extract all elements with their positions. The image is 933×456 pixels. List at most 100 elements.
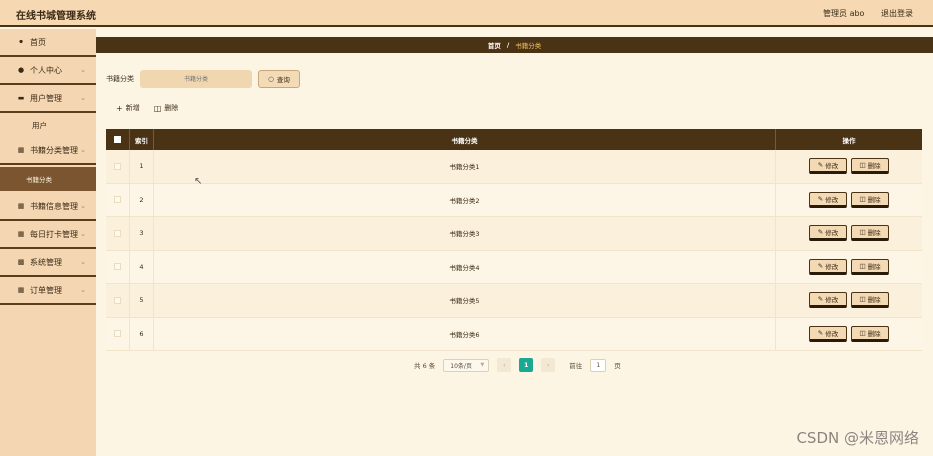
page-size-select[interactable]: 10条/页 ▼ xyxy=(443,358,490,372)
chevron-right-icon: › xyxy=(546,361,550,369)
home-icon: ⚫ xyxy=(18,38,24,46)
app-title: 在线书城管理系统 xyxy=(16,11,96,22)
grid-icon: ▦ xyxy=(17,286,25,294)
delete-button[interactable]: ◫ 删除 xyxy=(851,325,889,342)
row-operations: ✎ 修改 ◫ 删除 xyxy=(776,284,922,317)
sidebar-item-category-manage[interactable]: ▦ 书籍分类管理 ⌄ xyxy=(0,137,96,165)
delete-button-label: 删除 xyxy=(164,104,179,112)
batch-delete-button[interactable]: ◫ 删除 xyxy=(154,103,179,113)
row-operations: ✎ 修改 ◫ 删除 xyxy=(776,150,922,183)
delete-button[interactable]: ◫ 删除 xyxy=(851,158,889,175)
row-checkbox[interactable] xyxy=(114,330,121,338)
row-name: 书籍分类3 xyxy=(154,217,776,250)
table-row: 6 书籍分类6 ✎ 修改 ◫ 删除 xyxy=(106,317,922,351)
sidebar: ⚫ 首页 ● 个人中心 ⌄ ▬ 用户管理 ⌄ 用户 ▦ 书籍分类管理 ⌄ 书籍分… xyxy=(0,29,96,456)
sidebar-item-orders[interactable]: ▦ 订单管理 ⌄ xyxy=(0,277,96,305)
pagination-total: 共 6 条 xyxy=(414,362,436,370)
row-index: 2 xyxy=(130,183,154,216)
grid-icon: ▦ xyxy=(17,202,25,210)
delete-button[interactable]: ◫ 删除 xyxy=(851,258,889,275)
sidebar-subitem-category[interactable]: 书籍分类 xyxy=(0,167,96,191)
next-page-button[interactable]: › xyxy=(541,358,556,372)
row-index: 6 xyxy=(130,317,154,350)
chevron-down-icon: ⌄ xyxy=(80,66,86,74)
search-button-label: 查询 xyxy=(276,76,290,84)
plus-icon: + xyxy=(116,103,123,113)
edit-button-label: 修改 xyxy=(825,262,839,271)
row-name: 书籍分类4 xyxy=(154,250,776,283)
select-all-checkbox[interactable] xyxy=(114,136,121,143)
row-checkbox[interactable] xyxy=(114,162,121,170)
sidebar-item-label: 个人中心 xyxy=(30,65,62,75)
edit-button[interactable]: ✎ 修改 xyxy=(809,225,847,242)
sidebar-item-checkin[interactable]: ▦ 每日打卡管理 ⌄ xyxy=(0,221,96,249)
pencil-icon: ✎ xyxy=(817,261,824,270)
row-checkbox-cell xyxy=(106,217,130,250)
sidebar-item-home[interactable]: ⚫ 首页 xyxy=(0,29,96,57)
row-checkbox-cell xyxy=(106,150,130,183)
goto-label: 前往 xyxy=(569,362,583,370)
logout-link[interactable]: 退出登录 xyxy=(881,9,913,18)
action-row: + 新增 ◫ 删除 xyxy=(116,103,192,113)
delete-button[interactable]: ◫ 删除 xyxy=(851,292,889,309)
edit-button-label: 修改 xyxy=(825,329,839,338)
sidebar-item-user-manage[interactable]: ▬ 用户管理 ⌄ xyxy=(0,85,96,113)
edit-button-label: 修改 xyxy=(825,195,839,204)
row-operations: ✎ 修改 ◫ 删除 xyxy=(776,217,922,250)
row-index: 1 xyxy=(130,150,154,183)
edit-button-label: 修改 xyxy=(825,296,839,305)
edit-button[interactable]: ✎ 修改 xyxy=(809,258,847,275)
search-input[interactable] xyxy=(140,70,252,88)
mouse-cursor-icon: ↖ xyxy=(194,176,203,187)
search-button[interactable]: ○ 查询 xyxy=(258,70,300,88)
goto-page-input[interactable]: 1 xyxy=(590,358,607,372)
add-button-label: 新增 xyxy=(125,104,140,112)
prev-page-button[interactable]: ‹ xyxy=(497,358,512,372)
pencil-icon: ✎ xyxy=(817,328,824,337)
trash-icon: ◫ xyxy=(859,261,866,270)
pagination: 共 6 条 10条/页 ▼ ‹ 1 › 前往 1 页 xyxy=(414,358,629,372)
breadcrumb-home[interactable]: 首页 xyxy=(488,40,501,50)
row-checkbox[interactable] xyxy=(114,296,121,304)
edit-button-label: 修改 xyxy=(825,229,839,238)
sidebar-item-profile[interactable]: ● 个人中心 ⌄ xyxy=(0,57,96,85)
breadcrumb-separator: / xyxy=(506,41,510,49)
table-row: 2 书籍分类2 ✎ 修改 ◫ 删除 xyxy=(106,183,922,217)
user-icon: ● xyxy=(17,66,25,74)
edit-button[interactable]: ✎ 修改 xyxy=(809,158,847,175)
search-row: 书籍分类 ○ 查询 xyxy=(106,70,300,88)
sidebar-item-label: 书籍信息管理 xyxy=(30,201,78,211)
sidebar-item-label: 用户管理 xyxy=(30,93,62,103)
page-number-current[interactable]: 1 xyxy=(519,358,534,372)
row-checkbox[interactable] xyxy=(114,229,121,237)
sidebar-subitem-user[interactable]: 用户 xyxy=(0,113,96,137)
sidebar-item-system[interactable]: ▩ 系统管理 ⌄ xyxy=(0,249,96,277)
table-row: 4 书籍分类4 ✎ 修改 ◫ 删除 xyxy=(106,250,922,284)
chevron-down-icon: ⌄ xyxy=(80,94,86,102)
edit-button[interactable]: ✎ 修改 xyxy=(809,191,847,208)
row-checkbox[interactable] xyxy=(114,263,121,271)
search-label: 书籍分类 xyxy=(106,75,134,83)
table-row: 5 书籍分类5 ✎ 修改 ◫ 删除 xyxy=(106,284,922,318)
header-operation: 操作 xyxy=(842,136,856,145)
sidebar-item-label: 首页 xyxy=(30,37,46,47)
row-checkbox-cell xyxy=(106,183,130,216)
top-right-area: 管理员 abo 退出登录 xyxy=(809,8,913,19)
delete-button-label: 删除 xyxy=(867,229,881,238)
sidebar-item-book-info[interactable]: ▦ 书籍信息管理 ⌄ xyxy=(0,193,96,221)
row-checkbox-cell xyxy=(106,317,130,350)
chevron-down-icon: ⌄ xyxy=(80,286,86,294)
row-checkbox[interactable] xyxy=(114,196,121,204)
edit-button[interactable]: ✎ 修改 xyxy=(809,325,847,342)
delete-button[interactable]: ◫ 删除 xyxy=(851,225,889,242)
add-button[interactable]: + 新增 xyxy=(116,103,140,113)
edit-button[interactable]: ✎ 修改 xyxy=(809,292,847,309)
search-icon: ○ xyxy=(268,75,274,83)
delete-button[interactable]: ◫ 删除 xyxy=(851,191,889,208)
delete-button-label: 删除 xyxy=(867,329,881,338)
trash-icon: ◫ xyxy=(153,103,162,113)
table-row: 3 书籍分类3 ✎ 修改 ◫ 删除 xyxy=(106,217,922,251)
user-manage-icon: ▬ xyxy=(17,94,25,102)
sidebar-item-label: 订单管理 xyxy=(30,285,62,295)
page-unit-label: 页 xyxy=(614,362,621,370)
